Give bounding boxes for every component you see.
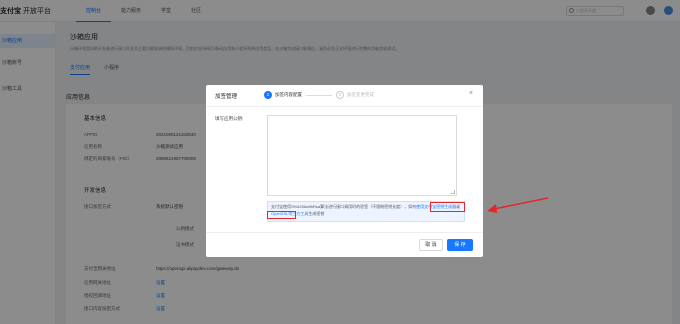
public-key-textarea[interactable] — [267, 115, 457, 196]
step-2-indicator: 2 — [336, 91, 344, 99]
resize-handle[interactable] — [451, 190, 455, 194]
sign-management-modal: 加签管理 1 加签内容配置 2 加签变更完成 × 填写应用公钥: 支付宝使用SH… — [206, 85, 483, 257]
highlight-box-link — [430, 202, 465, 212]
step-connector — [306, 94, 332, 96]
step-1-indicator: 1 — [264, 91, 272, 99]
public-key-field-label: 填写应用公钥: — [215, 116, 244, 121]
info-text-suffix: 生成密钥 — [308, 210, 325, 216]
info-text-prefix: 支付宝使用SHA256withRsa算法进行接口调用时的验签（不限制密钥长度），… — [271, 204, 417, 209]
divider — [206, 106, 483, 107]
cancel-button[interactable]: 取 消 — [419, 239, 443, 251]
highlight-box-generator — [267, 211, 296, 219]
steps-indicator: 1 加签内容配置 2 加签变更完成 — [264, 91, 374, 99]
step-1-label: 加签内容配置 — [275, 92, 302, 97]
modal-title: 加签管理 — [215, 94, 238, 100]
close-icon[interactable]: × — [469, 90, 473, 98]
save-button[interactable]: 保 存 — [447, 239, 473, 251]
step-2-label: 加签变更完成 — [347, 92, 374, 97]
footer-divider — [206, 232, 483, 233]
